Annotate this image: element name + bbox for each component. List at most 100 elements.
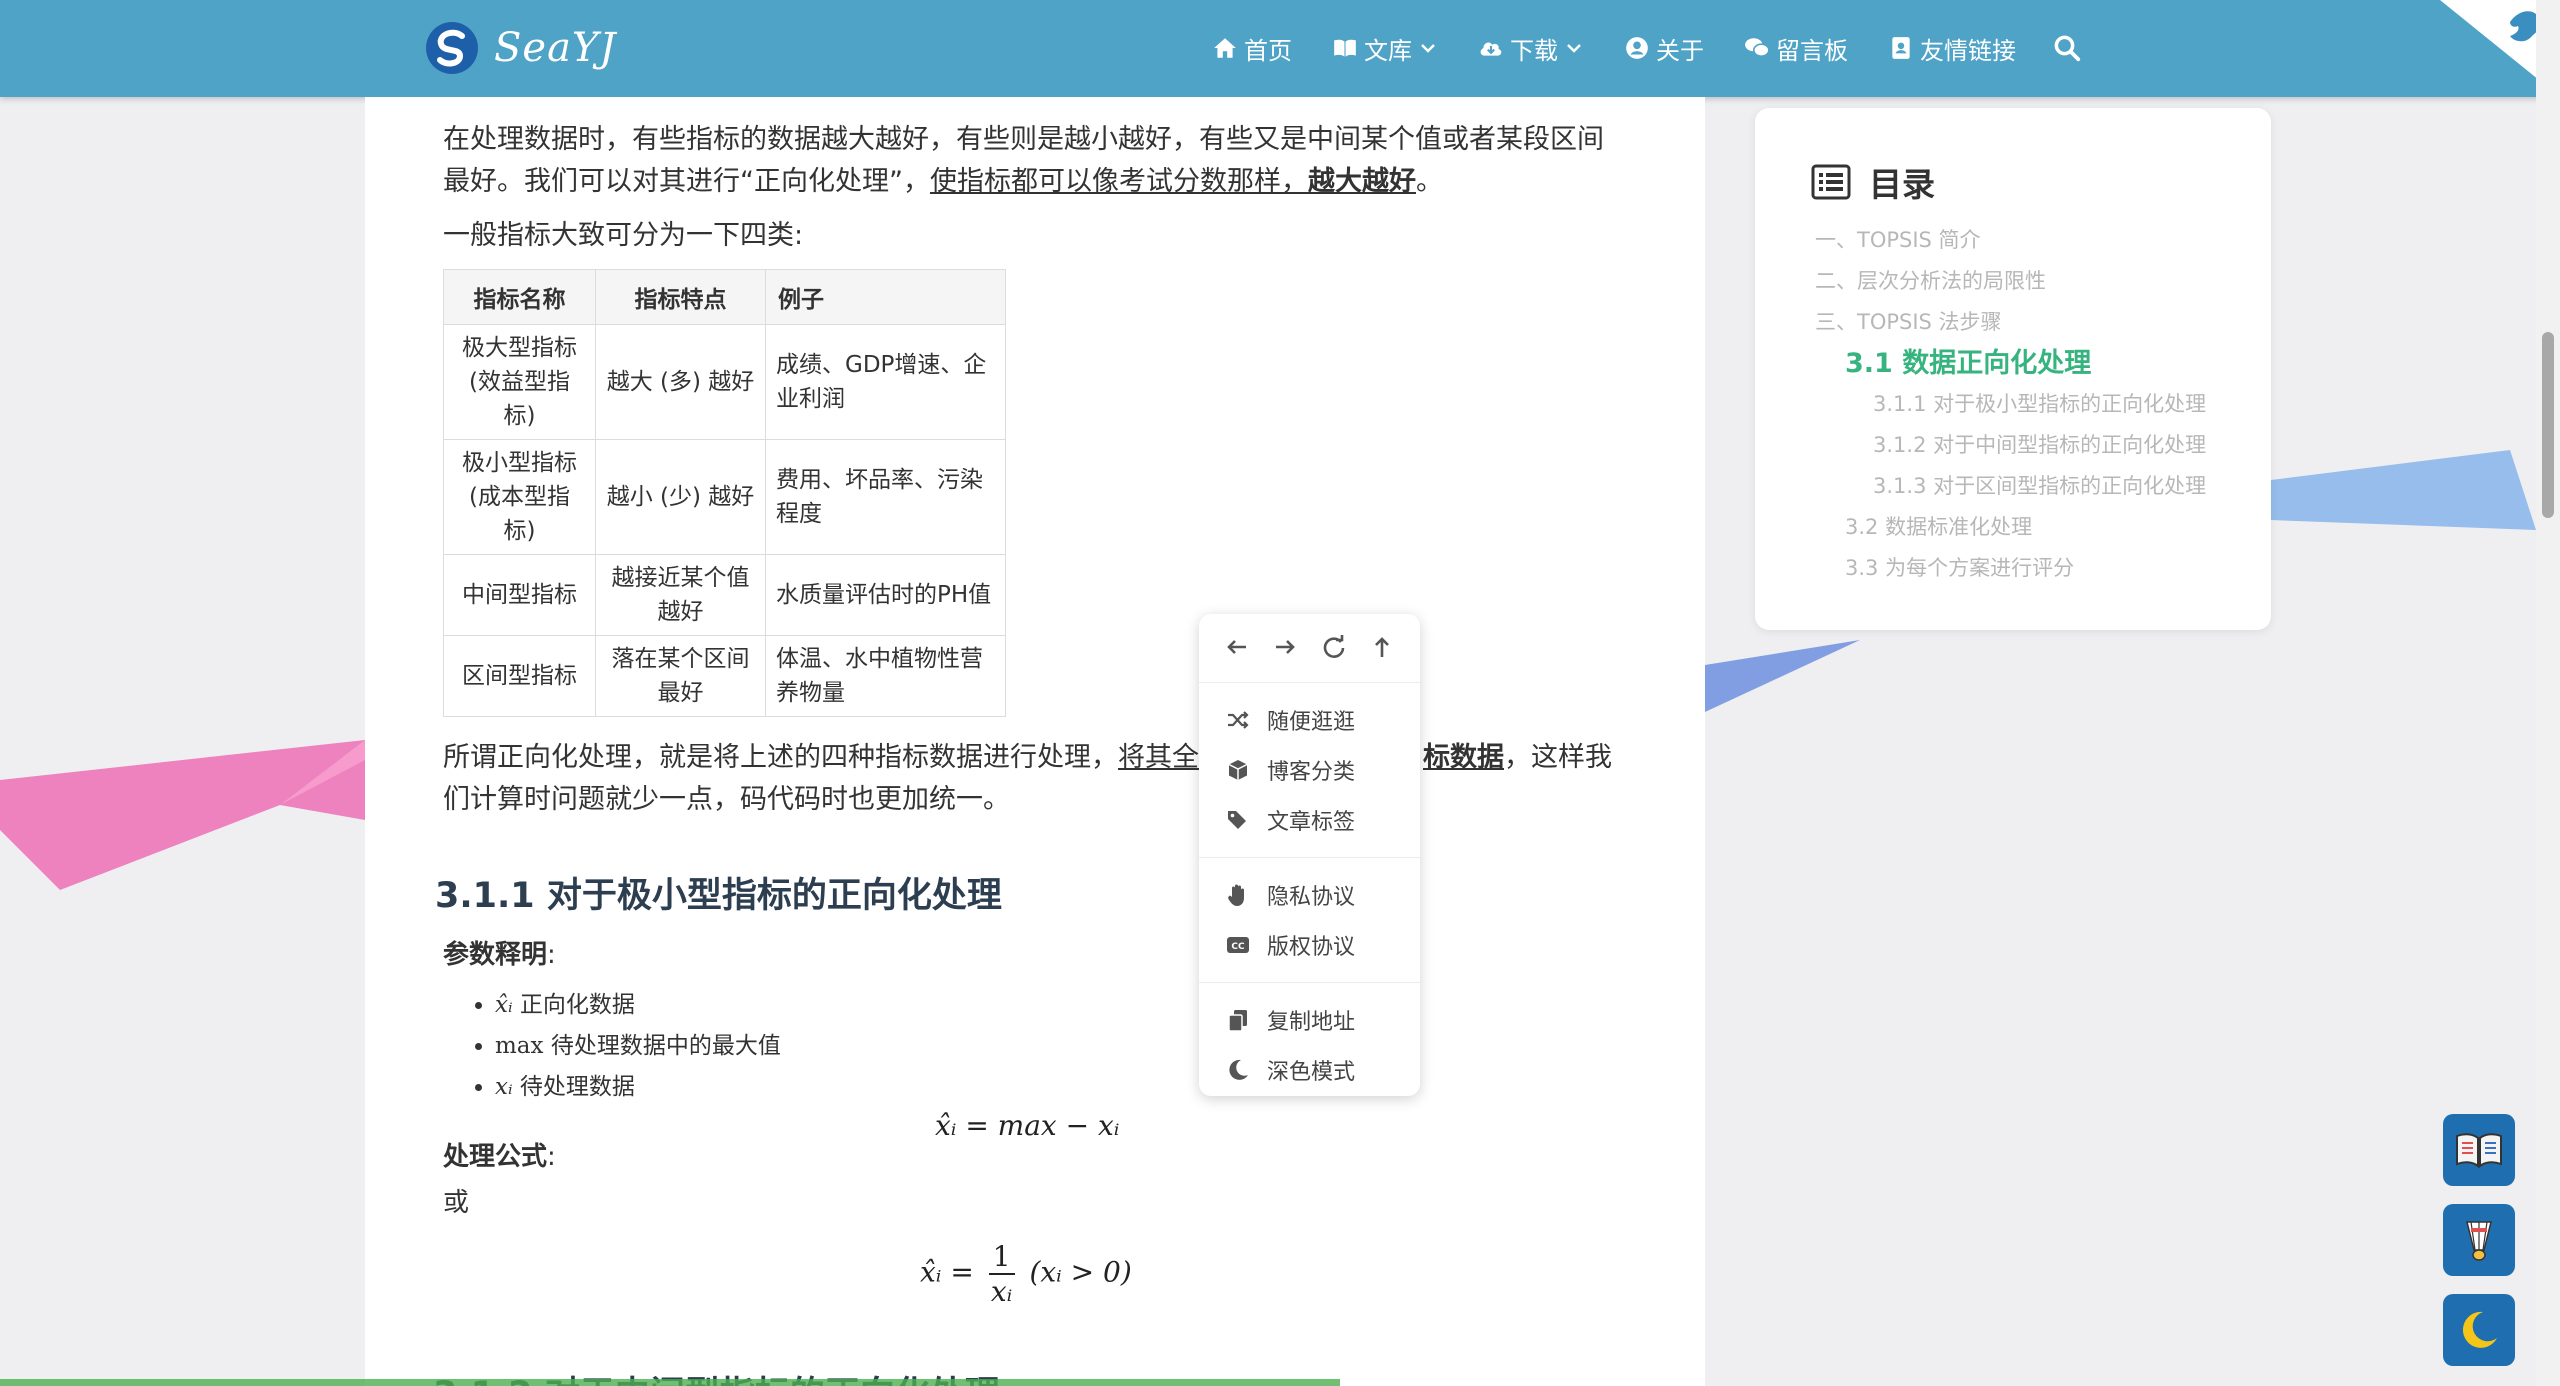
open-book-icon (2456, 1133, 2502, 1169)
hand-icon (1228, 884, 1244, 906)
table-cell: 越小 (少) 越好 (595, 439, 766, 555)
table-header: 指标特点 (595, 269, 766, 325)
param-list: x̂ᵢ 正向化数据 max 待处理数据中的最大值 xᵢ 待处理数据 (495, 985, 1623, 1108)
tags-icon (1228, 811, 1246, 829)
nav-home[interactable]: 首页 (1212, 28, 1292, 68)
toc-item[interactable]: 一、TOPSIS 简介 (1815, 220, 2255, 261)
table-header: 例子 (765, 269, 1006, 325)
menu-item-label: 复制地址 (1267, 1010, 1356, 1035)
context-menu: 随便逛逛 博客分类 文章标签 隐私协议 CC 版权协议 复制地址 深色模式 (1199, 614, 1420, 1096)
toc-item-active[interactable]: 3.1 数据正向化处理 (1815, 343, 2255, 384)
back-arrow-icon[interactable] (1222, 632, 1252, 662)
table-cell: 体温、水中植物性营养物量 (765, 635, 1006, 717)
search-icon[interactable] (2052, 33, 2082, 63)
menu-item-label: 随便逛逛 (1267, 710, 1356, 735)
scrollbar-track[interactable] (2536, 0, 2560, 1386)
nav-guestbook[interactable]: 留言板 (1744, 28, 1848, 68)
nav-links[interactable]: 友情链接 (1888, 28, 2016, 68)
refresh-icon[interactable] (1319, 632, 1349, 662)
menu-item-dark-mode[interactable]: 深色模式 (1199, 1045, 1420, 1095)
nav-guestbook-label: 留言板 (1776, 36, 1848, 65)
toc-item[interactable]: 3.1.1 对于极小型指标的正向化处理 (1815, 384, 2255, 425)
menu-item-categories[interactable]: 博客分类 (1199, 745, 1420, 795)
list-item: max 待处理数据中的最大值 (495, 1026, 1623, 1067)
or-text: 或 (443, 1188, 470, 1218)
formula-max-minus: x̂ᵢ = max − xᵢ (935, 1109, 1120, 1142)
chevron-down-icon (1567, 44, 1581, 53)
table-row: 中间型指标 越接近某个值越好 水质量评估时的PH值 (443, 554, 1006, 636)
param-label: 参数释明: (443, 940, 556, 970)
book-open-icon (1334, 39, 1356, 57)
norm-emphasis: 将其全 (1118, 742, 1199, 773)
toc-item[interactable]: 3.2 数据标准化处理 (1815, 507, 2255, 548)
reading-mode-button[interactable] (2443, 1114, 2515, 1186)
table-cell: 极大型指标 (效益型指标) (443, 324, 596, 440)
table-cell: 费用、坏品率、污染程度 (765, 439, 1006, 555)
chevron-down-icon (1421, 44, 1435, 53)
page-root: SeaYJ 首页 文库 下载 关于 留言板 友情链接 在处理数据时，有些指标的数… (0, 0, 2560, 1386)
divider (1199, 682, 1420, 683)
nav-links-label: 友情链接 (1920, 36, 2016, 65)
toc-item[interactable]: 二、层次分析法的局限性 (1815, 261, 2255, 302)
menu-item-privacy[interactable]: 隐私协议 (1199, 870, 1420, 920)
site-name: SeaYJ (494, 25, 617, 71)
table-cell: 成绩、GDP增速、企业利润 (765, 324, 1006, 440)
scrollbar-thumb[interactable] (2542, 332, 2554, 518)
forward-arrow-icon[interactable] (1270, 632, 1300, 662)
reading-progress-bar (0, 1379, 1340, 1386)
menu-item-label: 博客分类 (1267, 760, 1356, 785)
menu-item-copyright[interactable]: CC 版权协议 (1199, 920, 1420, 970)
table-cell: 中间型指标 (443, 554, 596, 636)
back-to-top-button[interactable] (2443, 1204, 2515, 1276)
menu-item-label: 版权协议 (1267, 935, 1356, 960)
table-row: 区间型指标 落在某个区间最好 体温、水中植物性营养物量 (443, 635, 1006, 717)
table-cell: 极小型指标 (成本型指标) (443, 439, 596, 555)
address-book-icon (1892, 37, 1910, 59)
list-item: x̂ᵢ 正向化数据 (495, 985, 1623, 1026)
menu-item-tags[interactable]: 文章标签 (1199, 795, 1420, 845)
nav-about[interactable]: 关于 (1624, 28, 1704, 68)
norm-text-c: 们计算时问题就少一点，码代码时也更加统一。 (443, 784, 1010, 815)
article-card: 在处理数据时，有些指标的数据越大越好，有些则是越小越好，有些又是中间某个值或者某… (365, 97, 1705, 1386)
formula-reciprocal: x̂ᵢ = 1 xᵢ (xᵢ > 0) (920, 1240, 1132, 1308)
fraction-denominator: xᵢ (990, 1275, 1013, 1308)
menu-item-random[interactable]: 随便逛逛 (1199, 695, 1420, 745)
toc-item[interactable]: 3.1.3 对于区间型指标的正向化处理 (1815, 466, 2255, 507)
context-menu-nav (1199, 614, 1420, 670)
table-row: 极大型指标 (效益型指标) 越大 (多) 越好 成绩、GDP增速、企业利润 (443, 324, 1006, 440)
nav-about-label: 关于 (1656, 36, 1704, 65)
toc-item[interactable]: 3.3 为每个方案进行评分 (1815, 548, 2255, 589)
toc-title: 目录 (1811, 158, 1935, 206)
fraction-numerator: 1 (988, 1240, 1015, 1275)
toc-title-label: 目录 (1869, 165, 1935, 204)
nav-home-label: 首页 (1244, 36, 1292, 65)
home-icon (1214, 38, 1236, 58)
shuffle-icon (1228, 711, 1249, 729)
arrow-up-icon[interactable] (1367, 632, 1397, 662)
site-logo[interactable]: SeaYJ (424, 20, 616, 76)
toc-item[interactable]: 3.1.2 对于中间型指标的正向化处理 (1815, 425, 2255, 466)
main-nav: 首页 文库 下载 关于 留言板 友情链接 (1212, 28, 2082, 68)
menu-item-label: 隐私协议 (1267, 885, 1356, 910)
toc-list: 一、TOPSIS 简介 二、层次分析法的局限性 三、TOPSIS 法步骤 3.1… (1815, 220, 2255, 589)
indicator-table: 指标名称 指标特点 例子 极大型指标 (效益型指标) 越大 (多) 越好 成绩、G… (443, 269, 1006, 717)
box-icon (1228, 760, 1248, 780)
intro-emphasis-bold: 越大越好 (1307, 166, 1416, 197)
norm-text: 所谓正向化处理，就是将上述的四种指标数据进行处理， (443, 742, 1118, 773)
user-circle-icon (1626, 37, 1648, 59)
nav-library[interactable]: 文库 (1332, 28, 1438, 68)
table-cell: 越接近某个值越好 (595, 554, 766, 636)
list-icon (1811, 164, 1851, 200)
section-heading: 3.1.1 对于极小型指标的正向化处理 (435, 876, 1002, 916)
toc-item[interactable]: 三、TOPSIS 法步骤 (1815, 302, 2255, 343)
intro-emphasis: 使指标都可以像考试分数那样， (929, 166, 1308, 197)
nav-download[interactable]: 下载 (1478, 28, 1584, 68)
paragraph-intro: 在处理数据时，有些指标的数据越大越好，有些则是越小越好，有些又是中间某个值或者某… (443, 119, 1623, 203)
nav-library-label: 文库 (1364, 36, 1412, 65)
table-row: 极小型指标 (成本型指标) 越小 (少) 越好 费用、坏品率、污染程度 (443, 439, 1006, 555)
list-item: xᵢ 待处理数据 (495, 1067, 1623, 1108)
dark-mode-toggle-button[interactable] (2443, 1294, 2515, 1366)
table-cell: 落在某个区间最好 (595, 635, 766, 717)
menu-item-copy-url[interactable]: 复制地址 (1199, 995, 1420, 1045)
menu-item-label: 文章标签 (1267, 810, 1356, 835)
